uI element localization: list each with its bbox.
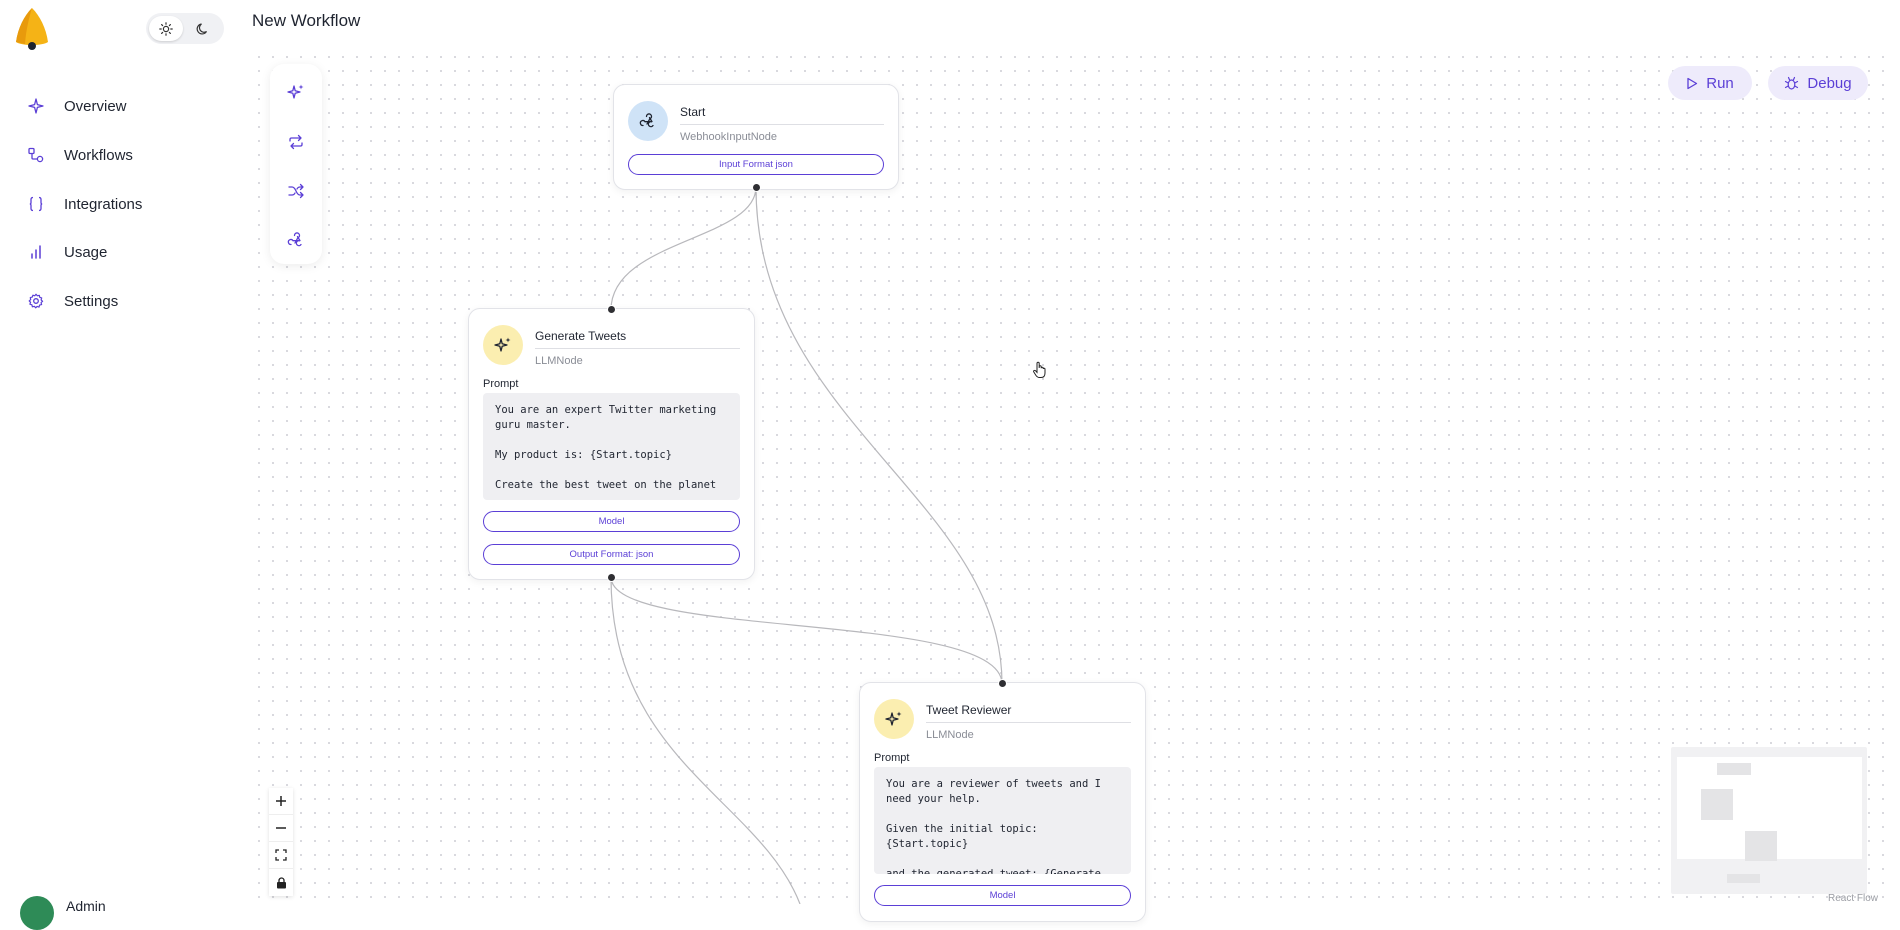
sparkle-icon (26, 96, 46, 116)
sidebar-item-workflows[interactable]: Workflows (26, 141, 226, 169)
sidebar-item-overview[interactable]: Overview (26, 92, 226, 120)
avatar[interactable] (20, 896, 54, 930)
zoom-out-button[interactable] (269, 815, 293, 842)
dark-theme-button[interactable] (186, 16, 220, 41)
minimap-node (1745, 831, 1777, 861)
add-llm-node-button[interactable] (284, 80, 308, 104)
model-button[interactable]: Model (874, 885, 1131, 906)
node-divider (535, 348, 740, 349)
sidebar-item-label: Settings (64, 292, 119, 310)
target-handle[interactable] (998, 679, 1007, 688)
minus-icon (276, 827, 286, 829)
run-label: Run (1706, 74, 1734, 92)
gear-icon (26, 291, 46, 311)
node-start[interactable]: Start WebhookInputNode Input Format json (613, 84, 899, 192)
prompt-text[interactable]: You are a reviewer of tweets and I need … (874, 767, 1131, 874)
page-title: New Workflow (252, 11, 361, 30)
node-toolbar (270, 64, 322, 264)
fit-view-icon (275, 849, 287, 861)
sidebar-item-label: Overview (64, 97, 127, 115)
prompt-text[interactable]: You are an expert Twitter marketing guru… (483, 393, 740, 500)
sidebar-item-label: Integrations (64, 195, 143, 213)
sparkles-icon (287, 84, 304, 99)
lock-icon (276, 876, 286, 888)
light-theme-button[interactable] (149, 16, 183, 41)
node-generate-tweets[interactable]: Generate Tweets LLMNode Prompt You are a… (468, 305, 755, 582)
lock-button[interactable] (269, 869, 293, 896)
prompt-label: Prompt (483, 378, 519, 390)
debug-label: Debug (1807, 74, 1852, 92)
add-webhook-node-button[interactable] (284, 228, 308, 252)
app-logo[interactable] (12, 6, 52, 50)
user-name: Admin (66, 898, 106, 914)
braces-icon (26, 194, 46, 214)
source-handle[interactable] (607, 573, 616, 582)
theme-toggle[interactable] (146, 13, 224, 44)
minimap-node (1727, 874, 1760, 883)
repeat-icon (289, 134, 303, 150)
sparkles-icon (483, 325, 523, 365)
debug-button[interactable]: Debug (1768, 66, 1868, 100)
sidebar-item-usage[interactable]: Usage (26, 238, 226, 266)
fit-view-button[interactable] (269, 842, 293, 869)
node-title: Start (680, 105, 706, 119)
target-handle[interactable] (607, 305, 616, 314)
sidebar-item-label: Workflows (64, 146, 133, 164)
input-format-button[interactable]: Input Format json (628, 154, 884, 175)
sun-icon (159, 21, 173, 36)
node-type: WebhookInputNode (680, 131, 778, 143)
zoom-controls (269, 788, 293, 896)
sidebar-item-integrations[interactable]: Integrations (26, 190, 226, 218)
add-router-node-button[interactable] (284, 179, 308, 203)
node-title: Generate Tweets (535, 329, 627, 343)
node-tweet-reviewer[interactable]: Tweet Reviewer LLMNode Prompt You are a … (859, 679, 1146, 922)
node-type: LLMNode (926, 729, 974, 741)
node-title: Tweet Reviewer (926, 703, 1012, 717)
prompt-label: Prompt (874, 752, 910, 764)
minimap-node (1717, 763, 1751, 775)
run-button[interactable]: Run (1668, 66, 1752, 100)
zoom-in-button[interactable] (269, 788, 293, 815)
sparkles-icon (874, 699, 914, 739)
node-type: LLMNode (535, 355, 583, 367)
model-button[interactable]: Model (483, 511, 740, 532)
shuffle-icon (288, 183, 304, 199)
hand-cursor-icon (1033, 361, 1046, 378)
node-divider (926, 722, 1131, 723)
bar-chart-icon (26, 242, 46, 262)
minimap-node (1701, 789, 1733, 820)
source-handle[interactable] (752, 183, 761, 192)
moon-icon (196, 22, 208, 35)
sidebar: Overview Workflows Integrations Usage Se… (0, 0, 240, 930)
webhook-icon (628, 101, 668, 141)
plus-icon (276, 796, 286, 806)
bug-icon (1785, 76, 1799, 90)
add-loop-node-button[interactable] (284, 130, 308, 154)
workflow-icon (26, 145, 46, 165)
react-flow-attribution[interactable]: React Flow (1828, 893, 1878, 904)
play-icon (1687, 77, 1698, 89)
sidebar-item-settings[interactable]: Settings (26, 287, 226, 315)
node-divider (680, 124, 884, 125)
sidebar-item-label: Usage (64, 243, 108, 261)
output-format-button[interactable]: Output Format: json (483, 544, 740, 565)
webhook-icon (287, 232, 302, 247)
minimap[interactable] (1671, 747, 1867, 894)
